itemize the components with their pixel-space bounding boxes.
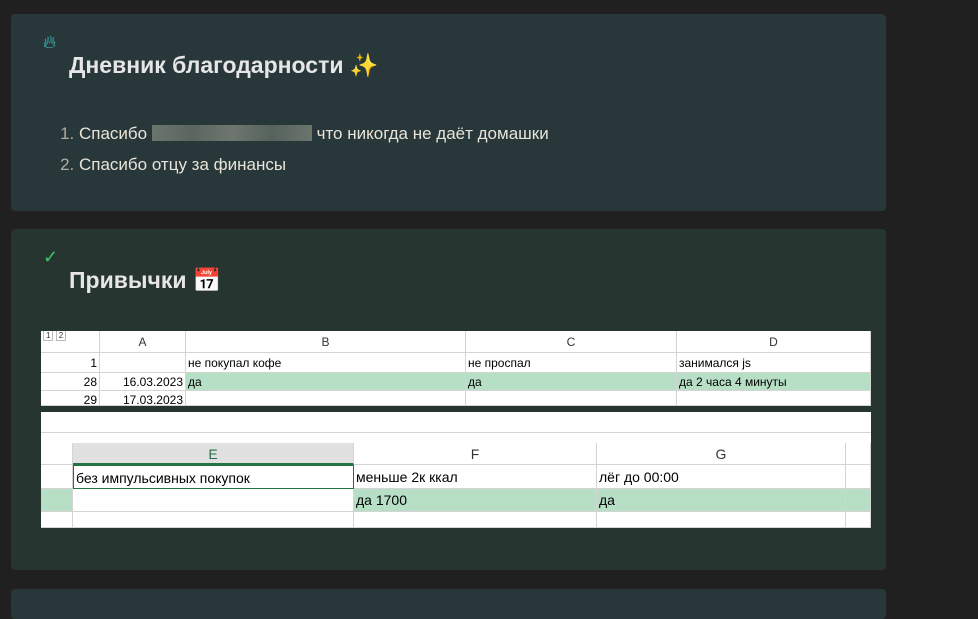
next-card [11,589,886,619]
cell[interactable]: 16.03.2023 [100,373,186,391]
cell[interactable] [73,489,354,512]
cell[interactable] [677,391,871,406]
page-title: Дневник благодарности ✨ [69,52,379,78]
cell[interactable]: да 2 часа 4 минуты [677,373,871,391]
gratitude-card: 🔥︎ Дневник благодарности ✨ Спасибо что н… [11,14,886,211]
outline-level-1[interactable]: 1 [43,331,54,341]
col-header-c[interactable]: C [466,331,677,353]
cell[interactable] [100,353,186,373]
sparkles-icon: ✨ [349,52,379,78]
cell[interactable] [597,512,846,528]
cell-selected[interactable]: без импульсивных покупок [73,465,354,489]
outline-level-2[interactable]: 2 [55,331,67,341]
col-header-f[interactable]: F [354,443,597,465]
row-header[interactable] [41,489,73,512]
cell[interactable] [846,465,871,489]
spreadsheet-screenshot-2: E F G без импульсивных покупок меньше 2к… [41,412,871,528]
cell[interactable]: занимался js [677,353,871,373]
col-header-e[interactable]: E [73,443,354,465]
cell[interactable]: да [186,373,466,391]
cell[interactable]: да [597,489,846,512]
spreadsheet-screenshot-1: 1 2 A B C D 1 не покупал кофе не проспал… [41,331,871,406]
flame-icon: 🔥︎ [43,32,57,52]
list-item: Спасибо отцу за финансы [79,149,549,180]
row-header[interactable] [41,512,73,528]
row-header[interactable]: 29 [41,391,100,406]
row-header[interactable] [41,465,73,489]
cell[interactable]: не покупал кофе [186,353,466,373]
cell[interactable] [846,512,871,528]
row-header[interactable]: 28 [41,373,100,391]
col-header-b[interactable]: B [186,331,466,353]
check-icon: ✓ [43,247,59,267]
cell[interactable] [354,512,597,528]
col-header-a[interactable]: A [100,331,186,353]
cell[interactable]: лёг до 00:00 [597,465,846,489]
cell[interactable]: не проспал [466,353,677,373]
cell[interactable] [466,391,677,406]
cell[interactable] [846,489,871,512]
cell[interactable] [186,391,466,406]
cell[interactable] [73,512,354,528]
col-header-d[interactable]: D [677,331,871,353]
col-header-g[interactable]: G [597,443,846,465]
cell[interactable]: да 1700 [354,489,597,512]
blurred-name [151,125,312,141]
calendar-icon: 📅 [192,267,222,293]
list-item: Спасибо что никогда не даёт домашки [79,118,549,149]
row-header[interactable]: 1 [41,353,100,373]
section-title: Привычки 📅 [69,267,222,293]
gratitude-list: Спасибо что никогда не даёт домашки Спас… [59,118,549,180]
cell[interactable]: меньше 2к ккал [354,465,597,489]
cell[interactable]: да [466,373,677,391]
cell[interactable]: 17.03.2023 [100,391,186,406]
